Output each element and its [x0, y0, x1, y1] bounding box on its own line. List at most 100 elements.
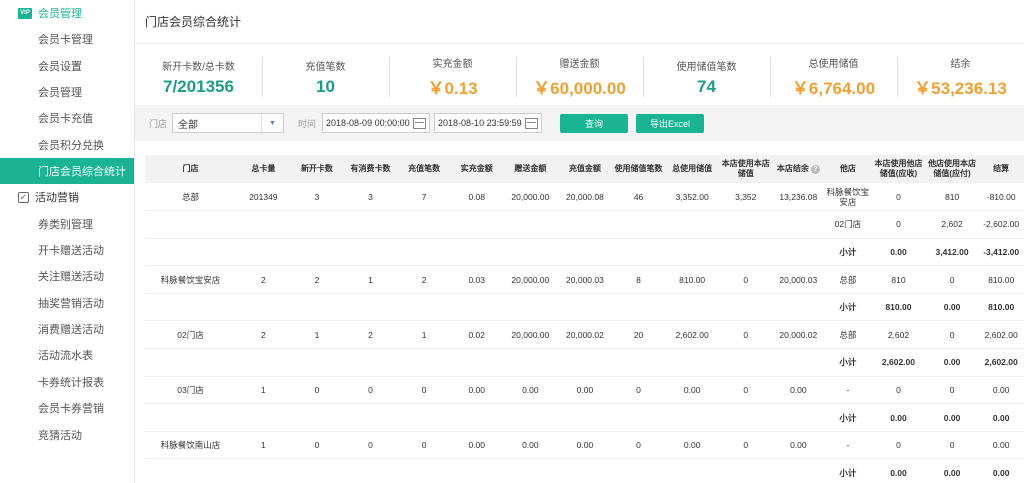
table-cell: 0: [871, 431, 926, 460]
sidebar-item[interactable]: 开卡赠送活动: [0, 237, 134, 263]
table-cell: 小计: [824, 403, 872, 432]
table-header-cell: 总卡量: [236, 155, 291, 183]
help-icon[interactable]: ?: [810, 165, 820, 174]
table-row: 小计 0.00 0.00 0.00: [145, 458, 1024, 483]
table-cell: 0.00: [450, 431, 504, 460]
table-cell: [664, 403, 720, 432]
table-cell: [450, 458, 504, 483]
table-header-label: 充值金额: [568, 164, 601, 173]
sidebar-item[interactable]: 关注赠送活动: [0, 263, 134, 289]
table-cell: -: [824, 376, 872, 405]
table-cell: [772, 210, 825, 239]
table-cell: [557, 458, 613, 483]
table-cell: 02门店: [145, 320, 237, 350]
table-cell: 0.00: [871, 238, 926, 267]
table-cell: [612, 238, 665, 267]
table-cell: 0.00: [978, 431, 1024, 460]
table-cell: [503, 293, 558, 322]
table-cell: [343, 210, 398, 239]
sidebar-section-title: 会员管理: [38, 8, 82, 20]
table-cell: 20,000.00: [503, 265, 558, 294]
sidebar-section-header[interactable]: VIP 会员管理: [0, 0, 134, 26]
sidebar-item[interactable]: 券类别管理: [0, 210, 134, 236]
sidebar-item[interactable]: 竞猜活动: [0, 421, 134, 447]
chevron-down-icon[interactable]: ▼: [261, 114, 283, 132]
table-cell: [397, 458, 451, 483]
table-cell: 1: [236, 431, 291, 460]
table-cell: 3,352: [719, 183, 773, 212]
sidebar-item[interactable]: 消费赠送活动: [0, 316, 134, 342]
table-cell: 0.00: [978, 376, 1024, 405]
vip-icon: VIP: [18, 7, 32, 19]
sidebar-item[interactable]: 门店会员综合统计: [0, 157, 134, 185]
stat-card: 充值笔数 10: [262, 49, 389, 105]
table-cell: 0: [397, 431, 451, 460]
table-header-label: 本店使用本店储值: [721, 159, 770, 178]
store-select[interactable]: 全部 ▼: [172, 113, 285, 133]
table-cell: [612, 458, 665, 483]
table-cell: 0.00: [503, 376, 558, 405]
table-cell: [772, 348, 825, 377]
table-cell: [450, 210, 504, 239]
sidebar-item[interactable]: 会员设置: [0, 52, 134, 78]
sidebar-item[interactable]: 会员卡充值: [0, 105, 134, 131]
table-cell: 02门店: [824, 210, 872, 239]
table-cell: [290, 238, 344, 267]
stat-label: 总使用储值: [808, 59, 859, 70]
table-cell: 2,602: [871, 320, 926, 350]
store-select-value: 全部: [178, 119, 199, 131]
table-cell: 小计: [824, 293, 872, 322]
table-header-label: 赠送金额: [514, 164, 547, 173]
table-cell: -2,602.00: [978, 210, 1024, 239]
sidebar-item[interactable]: 会员卡管理: [0, 26, 134, 52]
stat-value: 10: [316, 76, 335, 96]
table-cell: 0.00: [557, 376, 613, 405]
table-cell: 20,000.02: [772, 320, 825, 350]
start-time-input[interactable]: 2018-08-09 00:00:00: [322, 113, 431, 133]
table-cell: [664, 210, 720, 239]
checkbox-icon: ✓: [18, 191, 29, 203]
table-header-cell: 使用储值笔数: [612, 155, 665, 183]
sidebar-item[interactable]: 活动流水表: [0, 342, 134, 368]
stat-value: 7/201356: [163, 76, 234, 96]
table-row: 03门店 1 0 0 0 0.00 0.00 0.00 0 0.00 0 0.00-0 0 0.00: [145, 376, 1024, 405]
table-cell: 小计: [824, 238, 872, 267]
end-time-input[interactable]: 2018-08-10 23:59:59: [434, 113, 543, 133]
table-cell: 总部: [824, 265, 872, 294]
export-excel-button[interactable]: 导出Excel: [636, 113, 705, 133]
table-cell: [236, 348, 291, 377]
sidebar-item[interactable]: 会员管理: [0, 79, 134, 105]
table-cell: [290, 348, 344, 377]
table-cell: 0.00: [871, 458, 926, 483]
table-header-label: 本店使用他店储值(应收): [874, 159, 923, 178]
table-cell: 2: [236, 320, 291, 350]
calendar-icon[interactable]: [525, 117, 539, 129]
sidebar-item[interactable]: 卡券统计报表: [0, 369, 134, 395]
table-header-cell: 总使用储值: [665, 155, 720, 183]
query-button[interactable]: 查询: [560, 113, 629, 133]
calendar-icon[interactable]: [413, 117, 427, 129]
table-row: 小计 0.00 3,412.00 -3,412.00: [145, 238, 1024, 267]
table-cell: 0.00: [925, 293, 979, 322]
table-cell: 0.00: [871, 403, 926, 432]
stat-value: ￥53,236.13: [914, 79, 1007, 98]
stat-value: ￥0.13: [427, 79, 478, 98]
table-cell: 810: [871, 265, 926, 294]
sidebar-item[interactable]: 会员卡券营销: [0, 395, 134, 421]
stats-table-wrapper: 门店 总卡量 新开卡数 有消费卡数 充值笔数 实充金额 赠送金额 充值金额 使用储值笔数 总使用储…: [145, 155, 1024, 483]
table-cell: 0.00: [557, 431, 613, 460]
table-cell: 810: [925, 183, 979, 212]
table-cell: [719, 238, 773, 267]
table-cell: [290, 403, 344, 432]
stat-label: 结余: [950, 59, 971, 70]
table-header-cell: 充值笔数: [398, 155, 451, 183]
table-cell: [343, 348, 398, 377]
table-header-label: 实充金额: [460, 164, 493, 173]
sidebar-section-header[interactable]: ✓ 活动营销: [0, 184, 134, 210]
sidebar-item[interactable]: 抽奖营销活动: [0, 290, 134, 316]
table-cell: [772, 403, 825, 432]
table-cell: 0.00: [772, 431, 825, 460]
sidebar-item[interactable]: 会员积分兑换: [0, 132, 134, 158]
stats-bar: 新开卡数/总卡数 7/201356 充值笔数 10 实充金额 ￥0.13 赠送金额 ￥60,0…: [135, 49, 1024, 105]
end-time-value: 2018-08-10 23:59:59: [438, 118, 522, 128]
